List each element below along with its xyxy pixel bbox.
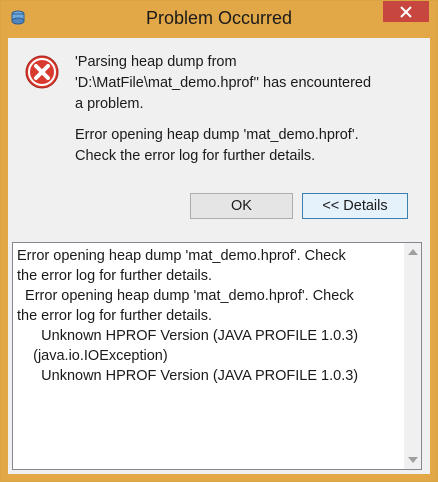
title-bar[interactable]: Problem Occurred <box>1 1 437 38</box>
scroll-down-arrow-icon[interactable] <box>408 457 418 463</box>
close-icon <box>400 5 412 18</box>
dialog-body: 'Parsing heap dump from 'D:\MatFile\mat_… <box>8 38 430 474</box>
message-line-5: Check the error log for further details. <box>75 148 316 164</box>
details-text: Error opening heap dump 'mat_demo.hprof'… <box>17 248 359 384</box>
problem-dialog: Problem Occurred 'Parsing heap dump from… <box>0 0 438 482</box>
close-button[interactable] <box>383 1 429 22</box>
window-title: Problem Occurred <box>145 8 293 28</box>
message-line-1: 'Parsing heap dump from <box>75 54 237 70</box>
details-text-area[interactable]: Error opening heap dump 'mat_demo.hprof'… <box>12 242 422 470</box>
message-line-2: 'D:\MatFile\mat_demo.hprof'' has encount… <box>75 75 372 91</box>
error-icon <box>25 55 59 89</box>
message-line-4: Error opening heap dump 'mat_demo.hprof'… <box>75 127 359 143</box>
vertical-scrollbar[interactable] <box>404 243 421 469</box>
ok-button[interactable]: OK <box>190 193 293 219</box>
message-line-3: a problem. <box>75 96 144 112</box>
scroll-up-arrow-icon[interactable] <box>408 249 418 255</box>
details-button[interactable]: << Details <box>302 193 408 219</box>
